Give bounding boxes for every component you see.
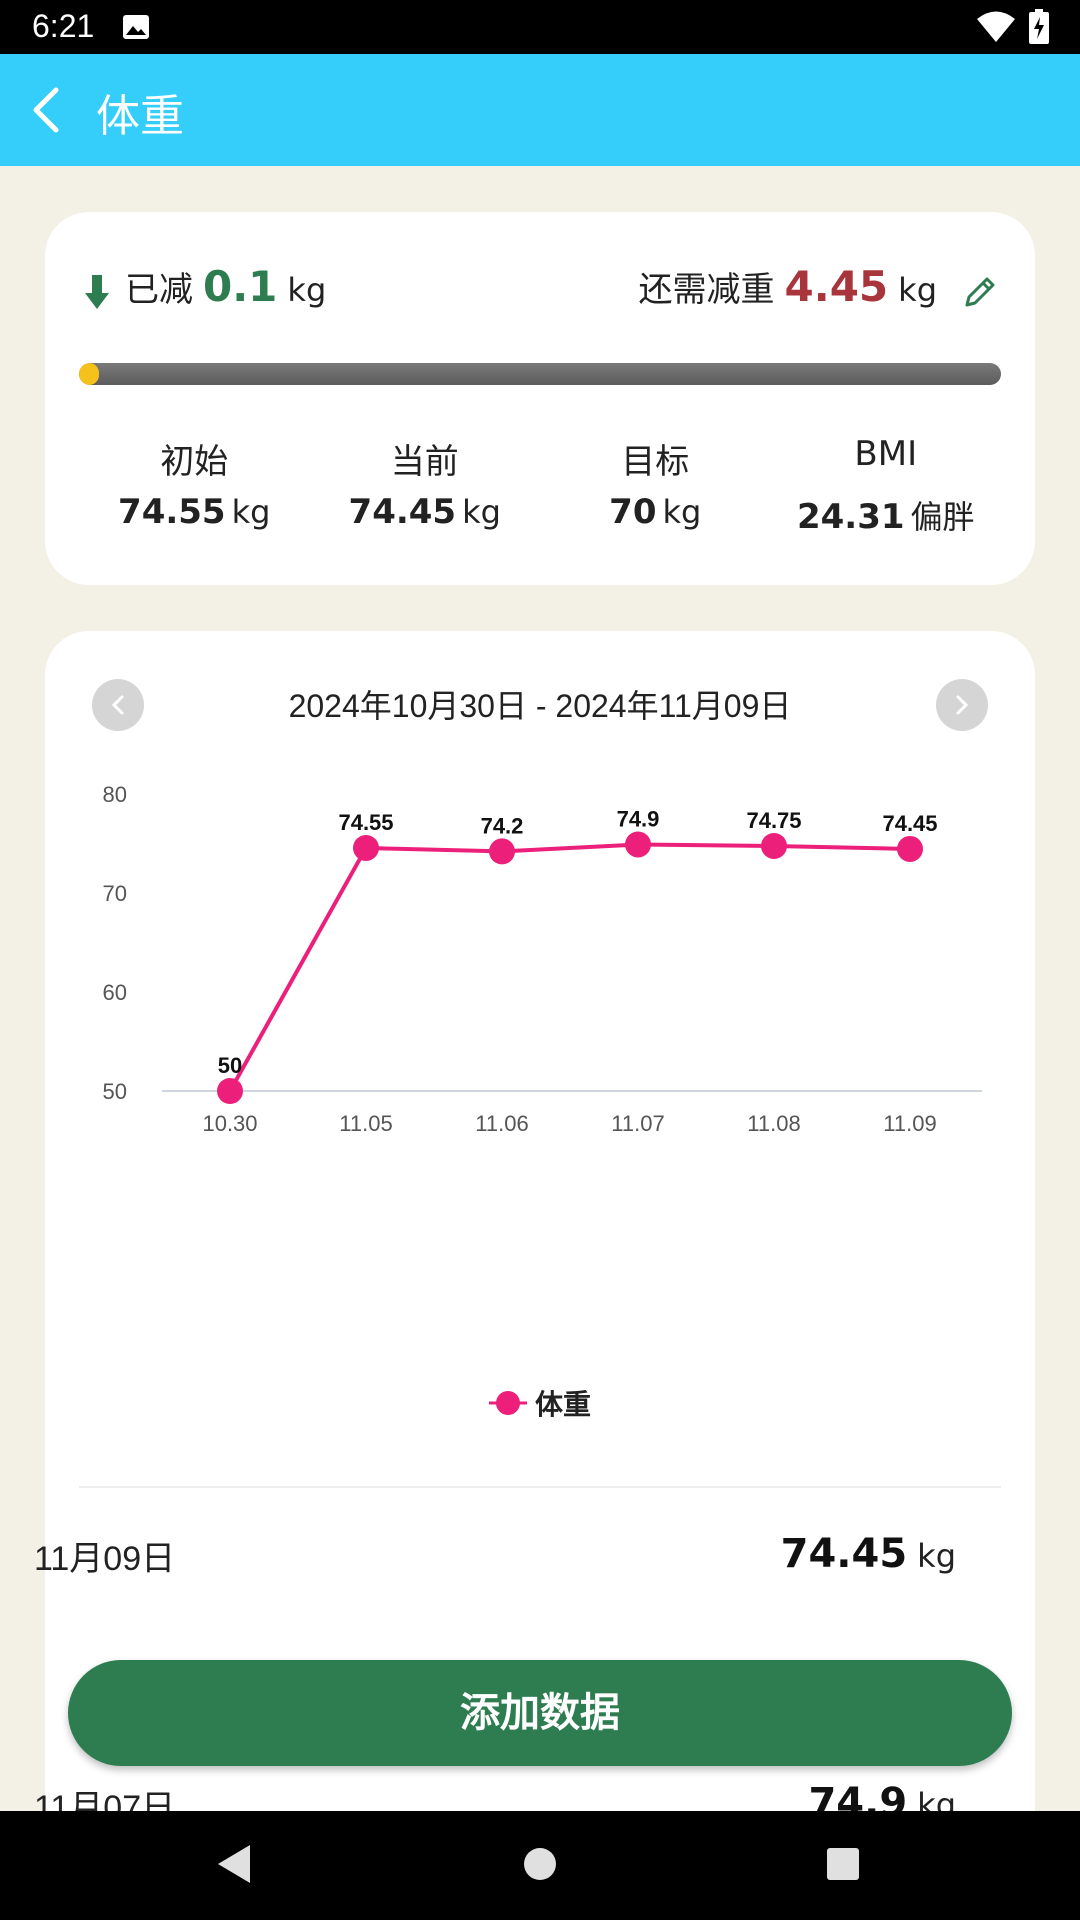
weight-remaining-label: 还需减重 [638, 270, 775, 310]
data-point [897, 835, 923, 862]
record-row[interactable]: 11月09日 74.45 kg [34, 1531, 956, 1591]
weight-remaining-value: 4.45 [784, 262, 889, 311]
stat-value: 74.55 [118, 492, 226, 532]
weight-line-chart: 50 60 70 80 10.30 11.05 11.06 11.07 11.08 11.09 50… [103, 782, 982, 1136]
data-label: 74.75 [746, 808, 801, 833]
system-navigation-bar [0, 1811, 1080, 1920]
weight-progress-bar [79, 363, 1001, 385]
legend-label: 体重 [535, 1388, 592, 1421]
stat-unit: kg [462, 493, 501, 531]
data-point [761, 832, 787, 859]
chart-legend: 体重 [489, 1383, 591, 1423]
legend-marker [489, 1391, 527, 1415]
stat-label: 当前 [390, 442, 459, 482]
x-tick-label: 10.30 [202, 1111, 257, 1136]
edit-pencil-icon[interactable] [961, 273, 999, 311]
stat-bmi: BMI 24.31 偏胖 [771, 434, 1002, 538]
stat-value: 70 [609, 492, 657, 532]
weight-stats: 初始 74.55 kg 当前 74.45 kg 目标 70 kg BMI 24.31 偏… [79, 434, 1001, 538]
stat-label: 目标 [621, 442, 690, 482]
weight-lost-unit: kg [287, 271, 327, 309]
nav-home-icon[interactable] [523, 1847, 557, 1881]
status-bar: 6:21 [0, 0, 1080, 54]
data-label: 74.55 [338, 810, 393, 835]
stat-unit: 偏胖 [910, 498, 975, 536]
y-tick-label: 80 [103, 782, 127, 807]
record-weight: 74.45 [780, 1531, 908, 1577]
page-title: 体重 [96, 91, 184, 142]
stat-label: BMI [854, 434, 918, 474]
stat-unit: kg [662, 493, 702, 531]
stat-value: 74.45 [348, 492, 457, 532]
data-point [217, 1078, 243, 1104]
y-tick-label: 60 [103, 980, 127, 1005]
wifi-icon [977, 11, 1015, 42]
app-bar: 体重 [0, 54, 1080, 166]
series-line [228, 842, 911, 1092]
x-tick-label: 11.06 [475, 1111, 528, 1136]
stat-target: 目标 70 kg [540, 434, 771, 538]
status-time: 6:21 [32, 8, 95, 44]
data-point [489, 838, 515, 865]
nav-back-icon[interactable] [216, 1843, 252, 1885]
battery-icon [1029, 9, 1049, 44]
add-data-button[interactable]: 添加数据 [68, 1660, 1012, 1766]
stat-label: 初始 [160, 442, 229, 482]
y-tick-label: 50 [103, 1079, 127, 1104]
x-tick-label: 11.08 [747, 1111, 800, 1136]
data-label: 74.9 [617, 806, 660, 831]
weight-lost-value: 0.1 [203, 262, 278, 311]
stat-unit: kg [231, 493, 271, 531]
chevron-right-icon [956, 695, 969, 715]
nav-recent-apps-icon[interactable] [826, 1847, 860, 1881]
date-range-label: 2024年10月30日 - 2024年11月09日 [288, 688, 792, 724]
data-label: 74.45 [882, 811, 937, 836]
back-arrow-icon[interactable] [28, 84, 68, 136]
weight-remaining-unit: kg [898, 271, 937, 309]
weight-remaining-row: 还需减重 4.45 kg [639, 262, 999, 322]
data-point [353, 834, 379, 861]
image-notification-icon [123, 15, 149, 39]
x-tick-label: 11.07 [611, 1111, 664, 1136]
stat-value: 24.31 [796, 497, 905, 537]
y-tick-label: 70 [103, 881, 127, 906]
weight-progress-fill [79, 363, 100, 385]
weight-lost-label: 已减 [125, 270, 193, 310]
weight-lost-row: 已减 0.1 kg [83, 262, 326, 322]
divider [79, 1486, 1001, 1488]
stat-initial: 初始 74.55 kg [79, 434, 310, 538]
x-tick-label: 11.09 [883, 1111, 936, 1136]
data-label: 50 [218, 1053, 242, 1078]
down-arrow-icon [85, 275, 109, 309]
next-range-button[interactable] [936, 679, 988, 731]
data-point [625, 831, 651, 858]
weight-summary-card: 已减 0.1 kg 还需减重 4.45 kg 初始 74.55 kg 当前 74.… [45, 212, 1035, 585]
record-unit: kg [917, 1537, 956, 1575]
x-tick-label: 11.05 [339, 1111, 392, 1136]
data-label: 74.2 [481, 813, 524, 838]
stat-current: 当前 74.45 kg [310, 434, 541, 538]
record-date: 11月09日 [34, 1540, 176, 1578]
